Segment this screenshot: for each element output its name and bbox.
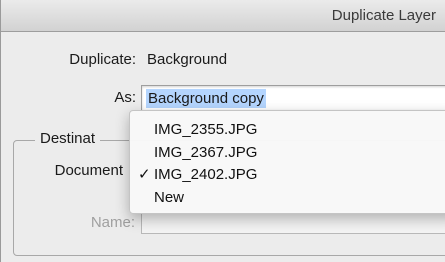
name-label: Name: [90,214,135,231]
as-input-selected-text: Background copy [146,89,266,108]
menu-item-img-2402[interactable]: IMG_2402.JPG [154,164,257,186]
duplicate-value: Background [147,51,228,68]
document-label: Document [54,162,123,179]
as-label: As: [114,89,136,106]
menu-item-new[interactable]: New [154,187,184,209]
menu-item-img-2355[interactable]: IMG_2355.JPG [154,119,257,141]
document-dropdown-menu[interactable]: IMG_2355.JPG IMG_2367.JPG ✓ IMG_2402.JPG… [129,110,445,214]
duplicate-label: Duplicate: [69,51,136,68]
as-name-input[interactable]: Background copy [141,85,445,111]
title-bar[interactable]: Duplicate Layer [1,0,445,32]
menu-item-img-2367[interactable]: IMG_2367.JPG [154,142,257,164]
destination-legend: Destinat [35,130,101,147]
duplicate-layer-dialog: Duplicate Layer Duplicate: Background As… [0,0,445,262]
window-title: Duplicate Layer [331,7,436,24]
checkmark-icon: ✓ [138,166,151,183]
